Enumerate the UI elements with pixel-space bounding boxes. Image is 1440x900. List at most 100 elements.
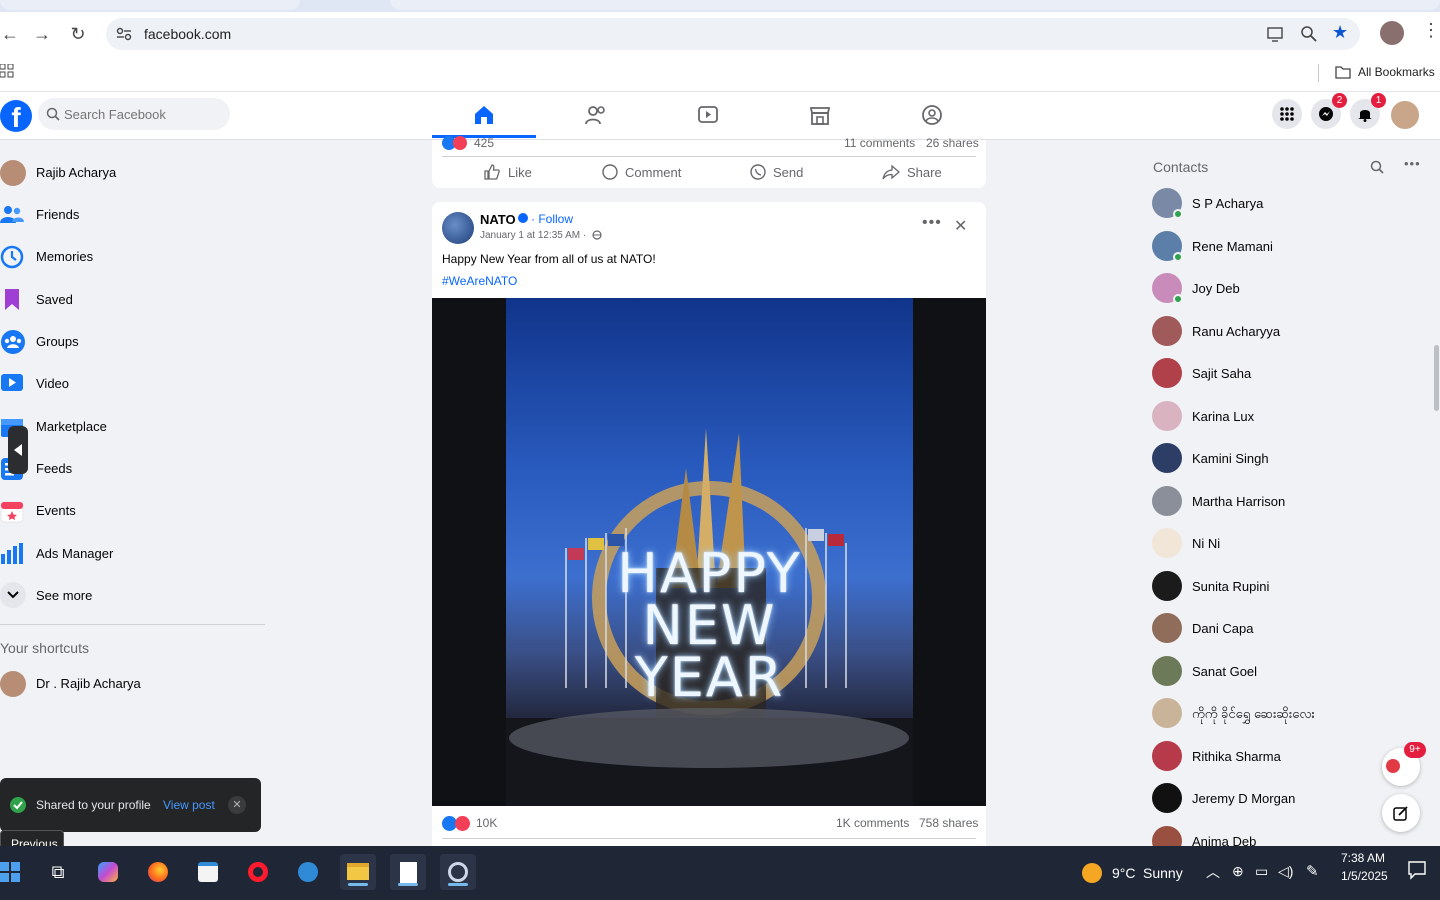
- post-image[interactable]: HAPPY NEW YEAR: [432, 298, 986, 806]
- contact-item[interactable]: Rene Mamani: [1152, 227, 1422, 267]
- post-shares-count[interactable]: 758 shares: [919, 816, 978, 830]
- messenger-button[interactable]: 2: [1311, 93, 1347, 129]
- network-icon[interactable]: ▭: [1255, 863, 1268, 880]
- bookmark-star-icon[interactable]: ★: [1332, 22, 1348, 43]
- apps-grid-icon[interactable]: [0, 64, 14, 78]
- contact-item[interactable]: Kamini Singh: [1152, 439, 1422, 479]
- sidebar-item-video[interactable]: Video: [0, 364, 265, 404]
- contact-item[interactable]: Dani Capa: [1152, 609, 1422, 649]
- weather-condition[interactable]: Sunny: [1143, 865, 1183, 881]
- notifications-button[interactable]: 1: [1350, 93, 1386, 129]
- temperature[interactable]: 9°C: [1112, 865, 1136, 881]
- new-message-button[interactable]: [1382, 794, 1420, 832]
- notepad-icon[interactable]: [390, 854, 426, 890]
- post-author[interactable]: NATO: [480, 212, 516, 227]
- tab-gaming[interactable]: [880, 92, 984, 138]
- toast-view-post-link[interactable]: View post: [163, 798, 215, 812]
- copilot-icon[interactable]: [90, 854, 126, 890]
- reload-icon[interactable]: ↻: [68, 22, 88, 46]
- forward-icon[interactable]: →: [32, 22, 52, 46]
- post-timestamp[interactable]: January 1 at 12:35 AM ·: [480, 230, 586, 241]
- sidebar-item-events[interactable]: Events: [0, 491, 265, 531]
- account-avatar[interactable]: [1389, 99, 1421, 131]
- facebook-logo-icon[interactable]: f: [0, 100, 32, 133]
- show-hidden-icons-icon[interactable]: ︿: [1206, 862, 1220, 882]
- reaction-count[interactable]: 425: [474, 136, 494, 150]
- mail-app-icon[interactable]: [290, 854, 326, 890]
- contacts-search-icon[interactable]: [1370, 160, 1384, 174]
- contact-item[interactable]: Sanat Goel: [1152, 652, 1422, 692]
- sidebar-item-feeds[interactable]: Feeds: [0, 449, 265, 489]
- tab-video[interactable]: [656, 92, 760, 138]
- active-indicator: [448, 883, 468, 886]
- meet-now-icon[interactable]: ⊕: [1232, 863, 1244, 880]
- tab-friends[interactable]: [544, 92, 648, 138]
- menu-button[interactable]: [1272, 99, 1302, 129]
- zoom-icon[interactable]: [1300, 25, 1318, 43]
- previous-handle[interactable]: [8, 426, 28, 474]
- contact-name: ကိုကို ခိုင်ရွှေ ဆေးဆိုးလေး: [1192, 706, 1315, 721]
- contact-item[interactable]: Sajit Saha: [1152, 354, 1422, 394]
- sidebar-item-groups[interactable]: Groups: [0, 322, 265, 362]
- contact-item[interactable]: Martha Harrison: [1152, 482, 1422, 522]
- task-view-icon[interactable]: ⧉: [40, 854, 76, 890]
- site-settings-icon[interactable]: [116, 27, 132, 41]
- browser-menu-icon[interactable]: ⋮: [1422, 20, 1440, 41]
- scroll-thumb[interactable]: [1434, 345, 1439, 411]
- post-hashtag[interactable]: #WeAreNATO: [442, 274, 517, 288]
- opera-icon[interactable]: [240, 854, 276, 890]
- shortcut-item[interactable]: Dr . Rajib Acharya: [0, 664, 265, 704]
- all-bookmarks-button[interactable]: All Bookmarks: [1358, 65, 1435, 79]
- sidebar-item-profile[interactable]: Rajib Acharya: [0, 153, 265, 193]
- sidebar-item-marketplace[interactable]: Marketplace: [0, 407, 265, 447]
- file-explorer-icon[interactable]: [340, 854, 376, 890]
- comments-count[interactable]: 11 comments: [844, 136, 915, 150]
- address-bar[interactable]: facebook.com ★: [106, 18, 1360, 50]
- url-text[interactable]: facebook.com: [144, 26, 231, 42]
- pen-icon[interactable]: ✎: [1306, 862, 1319, 880]
- windows-start-icon[interactable]: [0, 862, 20, 882]
- toast-close-icon[interactable]: ✕: [228, 796, 246, 814]
- tab-marketplace[interactable]: [768, 92, 872, 138]
- post-comments-count[interactable]: 1K comments: [836, 816, 909, 830]
- browser-tab[interactable]: [390, 0, 1440, 10]
- contact-item[interactable]: Ranu Acharyya: [1152, 312, 1422, 352]
- screen-capture-icon[interactable]: [440, 854, 476, 890]
- search-input[interactable]: [64, 98, 224, 130]
- post-reaction-count[interactable]: 10K: [476, 816, 497, 830]
- sidebar-item-friends[interactable]: Friends: [0, 195, 265, 235]
- contacts-more-icon[interactable]: •••: [1404, 156, 1421, 171]
- post-close-icon[interactable]: ✕: [954, 216, 967, 236]
- notifications-center-icon[interactable]: [1407, 860, 1427, 880]
- browser-profile-avatar[interactable]: [1380, 21, 1404, 45]
- check-circle-icon: [10, 797, 26, 813]
- store-icon[interactable]: [190, 854, 226, 890]
- contact-item[interactable]: Karina Lux: [1152, 397, 1422, 437]
- install-app-icon[interactable]: [1266, 25, 1284, 43]
- back-icon[interactable]: ←: [0, 22, 20, 46]
- firefox-icon[interactable]: [140, 854, 176, 890]
- sun-weather-icon[interactable]: [1082, 863, 1102, 883]
- contact-item[interactable]: ကိုကို ခိုင်ရွှေ ဆေးဆိုးလေး: [1152, 694, 1422, 734]
- tab-home[interactable]: [432, 92, 536, 138]
- search-box[interactable]: [38, 98, 230, 130]
- volume-icon[interactable]: ◁): [1278, 863, 1293, 880]
- sidebar-item-memories[interactable]: Memories: [0, 237, 265, 277]
- chat-bubble[interactable]: 9+: [1382, 742, 1426, 786]
- post-more-options-icon[interactable]: •••: [922, 214, 942, 232]
- browser-tab[interactable]: [0, 0, 300, 10]
- nato-avatar[interactable]: [442, 212, 474, 244]
- follow-button[interactable]: · Follow: [531, 212, 573, 226]
- clock-time[interactable]: 7:38 AM: [1341, 851, 1385, 865]
- online-status-dot: [1173, 251, 1183, 262]
- shares-count[interactable]: 26 shares: [926, 136, 979, 150]
- contact-item[interactable]: S P Acharya: [1152, 184, 1422, 224]
- contact-item[interactable]: Ni Ni: [1152, 524, 1422, 564]
- sidebar-item-ads-manager[interactable]: Ads Manager: [0, 534, 265, 574]
- contact-item[interactable]: Joy Deb: [1152, 269, 1422, 309]
- contact-item[interactable]: Sunita Rupini: [1152, 567, 1422, 607]
- page-scrollbar[interactable]: [1432, 140, 1440, 846]
- sidebar-item-see-more[interactable]: See more: [0, 576, 265, 616]
- clock-date[interactable]: 1/5/2025: [1341, 869, 1388, 883]
- sidebar-item-saved[interactable]: Saved: [0, 280, 265, 320]
